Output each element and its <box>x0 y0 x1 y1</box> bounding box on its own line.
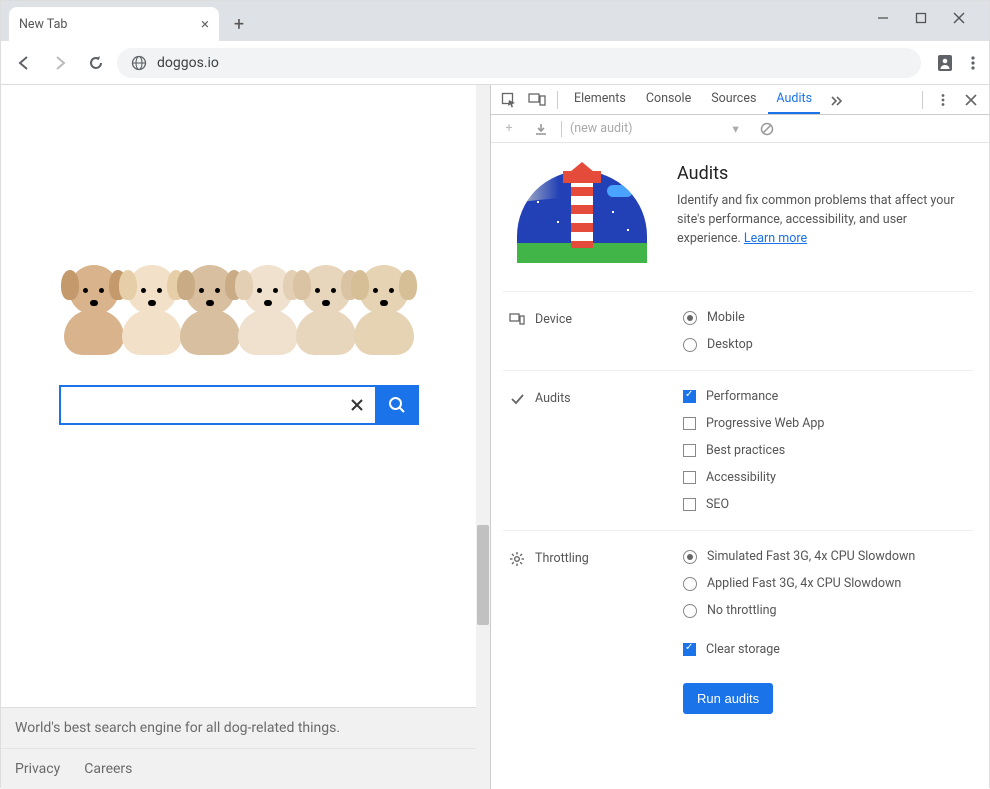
tab-strip: New Tab × + <box>1 1 989 41</box>
hero-image-puppies <box>54 205 424 355</box>
tab-console[interactable]: Console <box>638 85 699 114</box>
devtools-close-icon[interactable] <box>959 94 983 106</box>
new-audit-icon[interactable]: + <box>497 121 521 136</box>
audit-performance-option[interactable]: Performance <box>683 389 973 404</box>
audit-select[interactable]: (new audit) ▾ <box>570 121 739 137</box>
lighthouse-illustration <box>507 163 657 263</box>
window-maximize-button[interactable] <box>914 11 928 25</box>
browser-tab[interactable]: New Tab × <box>9 7 219 41</box>
search-icon <box>387 395 407 415</box>
device-label: Device <box>535 312 572 327</box>
scrollbar-thumb[interactable] <box>477 525 489 625</box>
clear-audits-icon[interactable] <box>755 122 779 136</box>
address-bar-text: doggos.io <box>157 55 219 71</box>
learn-more-link[interactable]: Learn more <box>744 231 807 246</box>
browser-toolbar: doggos.io <box>1 41 989 85</box>
throttling-label: Throttling <box>535 551 589 566</box>
search-button[interactable] <box>375 385 419 425</box>
window-close-button[interactable] <box>952 11 966 25</box>
chrome-menu-icon[interactable] <box>965 55 981 71</box>
throttling-simulated-option[interactable]: Simulated Fast 3G, 4x CPU Slowdown <box>683 549 973 564</box>
download-audit-icon[interactable] <box>529 122 553 136</box>
gear-icon <box>509 551 525 567</box>
audits-title: Audits <box>677 163 973 184</box>
device-toggle-icon[interactable] <box>525 92 549 108</box>
search-bar <box>59 385 419 425</box>
page-viewport: World's best search engine for all dog-r… <box>1 85 476 789</box>
audit-seo-option[interactable]: SEO <box>683 497 973 512</box>
footer-tagline: World's best search engine for all dog-r… <box>1 708 476 749</box>
tab-sources[interactable]: Sources <box>703 85 764 114</box>
audits-label: Audits <box>535 391 571 406</box>
chevron-down-icon: ▾ <box>733 121 739 137</box>
tab-elements[interactable]: Elements <box>566 85 634 114</box>
tab-title: New Tab <box>19 17 201 32</box>
devtools-panel: Elements Console Sources Audits + <box>491 85 989 789</box>
audit-accessibility-option[interactable]: Accessibility <box>683 470 973 485</box>
reload-button[interactable] <box>81 48 111 78</box>
tab-audits[interactable]: Audits <box>768 85 820 114</box>
audits-description: Identify and fix common problems that af… <box>677 192 973 248</box>
new-tab-button[interactable]: + <box>225 10 253 38</box>
throttling-none-option[interactable]: No throttling <box>683 603 973 618</box>
check-icon <box>509 391 525 407</box>
footer-link-careers[interactable]: Careers <box>84 761 132 777</box>
audit-select-label: (new audit) <box>570 121 633 136</box>
audit-pwa-option[interactable]: Progressive Web App <box>683 416 973 431</box>
tab-close-icon[interactable]: × <box>201 15 209 33</box>
footer-link-privacy[interactable]: Privacy <box>15 761 60 777</box>
device-mobile-option[interactable]: Mobile <box>683 310 973 325</box>
window-minimize-button[interactable] <box>876 11 890 25</box>
inspect-element-icon[interactable] <box>497 92 521 108</box>
devtools-menu-icon[interactable] <box>931 93 955 107</box>
throttling-applied-option[interactable]: Applied Fast 3G, 4x CPU Slowdown <box>683 576 973 591</box>
more-tabs-icon[interactable] <box>824 93 848 107</box>
clear-search-icon[interactable] <box>339 385 375 425</box>
globe-icon <box>131 55 147 71</box>
profile-icon[interactable] <box>935 53 955 73</box>
clear-storage-option[interactable]: Clear storage <box>683 642 973 657</box>
viewport-scrollbar[interactable] <box>476 85 490 789</box>
device-icon <box>509 312 525 328</box>
device-desktop-option[interactable]: Desktop <box>683 337 973 352</box>
address-bar[interactable]: doggos.io <box>117 48 921 78</box>
forward-button[interactable] <box>45 48 75 78</box>
search-input[interactable] <box>59 385 339 425</box>
run-audits-button[interactable]: Run audits <box>683 683 773 714</box>
audit-best-practices-option[interactable]: Best practices <box>683 443 973 458</box>
back-button[interactable] <box>9 48 39 78</box>
